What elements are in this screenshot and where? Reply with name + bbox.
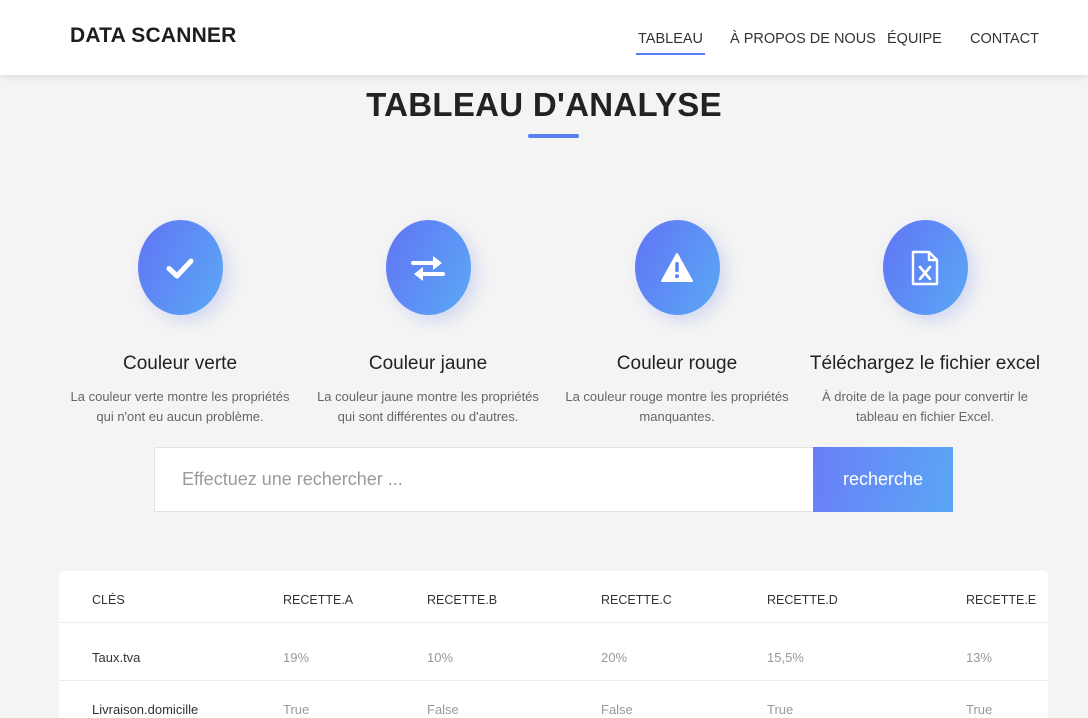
column-header-cles[interactable]: CLÉS [92,571,125,623]
table-cell: False [601,702,633,717]
feature-icon-circle [137,220,223,315]
search-input[interactable] [155,448,813,511]
table-row[interactable]: Livraison.domicille True False False Tru… [59,681,1048,718]
table-cell: 15,5% [767,650,804,665]
feature-title: Couleur verte [122,353,238,374]
page-title: TABLEAU D'ANALYSE [366,86,722,123]
table-cell-key: Livraison.domicille [92,702,199,717]
table-cell: False [427,702,459,717]
feature-description: La couleur verte montre les propriétés q… [60,387,300,427]
table-cell: True [283,702,310,717]
feature-description: À droite de la page pour convertir le ta… [805,387,1045,427]
column-header-recette-c[interactable]: RECETTE.C [601,571,672,623]
table-cell: 19% [283,650,310,665]
feature-description-line: qui n'ont eu aucun problème. [96,409,264,424]
column-header-recette-d[interactable]: RECETTE.D [767,571,838,623]
feature-title: Couleur jaune [368,353,488,374]
title-underline [528,134,579,138]
nav-item-a-propos[interactable]: À PROPOS DE NOUS [730,31,876,47]
search-button[interactable]: recherche [813,447,953,512]
feature-icon-circle [634,220,720,315]
warning-icon [661,252,693,282]
column-header-recette-e[interactable]: RECETTE.E [966,571,1036,623]
feature-description-line: manquantes. [639,409,715,424]
feature-description-line: La couleur rouge montre les propriétés [565,389,789,404]
table-cell: True [767,702,794,717]
excel-file-icon [911,250,939,285]
navbar: DATA SCANNER TABLEAU À PROPOS DE NOUS ÉQ… [0,0,1088,75]
feature-title: Téléchargez le fichier excel [809,353,1041,374]
nav-item-equipe[interactable]: ÉQUIPE [887,31,942,47]
feature-description: La couleur rouge montre les propriétés m… [557,387,797,427]
table-cell-key: Taux.tva [92,650,141,665]
feature-description-line: La couleur jaune montre les propriétés [317,389,539,404]
feature-description-line: À droite de la page pour convertir le [822,389,1028,404]
table-cell: True [966,702,993,717]
swap-arrows-icon [411,255,445,281]
feature-description-line: tableau en fichier Excel. [855,409,995,424]
feature-description-line: La couleur verte montre les propriétés [70,389,290,404]
analysis-table: CLÉS RECETTE.A RECETTE.B RECETTE.C RECET… [59,571,1048,718]
table-cell: 20% [601,650,628,665]
feature-icon-circle [385,220,471,315]
table-row[interactable]: Taux.tva 19% 10% 20% 15,5% 13% [59,629,1048,681]
check-icon [166,258,194,278]
feature-excel: Téléchargez le fichier excel À droite de… [805,220,1045,427]
table-header-row: CLÉS RECETTE.A RECETTE.B RECETTE.C RECET… [59,571,1048,623]
feature-yellow: Couleur jaune La couleur jaune montre le… [308,220,548,427]
feature-red: Couleur rouge La couleur rouge montre le… [557,220,797,427]
feature-description-line: qui sont différentes ou d'autres. [337,409,519,424]
table-cell: 13% [966,650,993,665]
feature-description: La couleur jaune montre les propriétés q… [308,387,548,427]
column-header-recette-a[interactable]: RECETTE.A [283,571,353,623]
feature-title: Couleur rouge [616,353,738,374]
table-cell: 10% [427,650,454,665]
nav-item-tableau[interactable]: TABLEAU [635,31,706,55]
feature-green: Couleur verte La couleur verte montre le… [60,220,300,427]
brand-logo[interactable]: DATA SCANNER [70,24,237,48]
search-bar: recherche [154,447,953,512]
feature-icon-circle [882,220,968,315]
column-header-recette-b[interactable]: RECETTE.B [427,571,497,623]
nav-item-contact[interactable]: CONTACT [970,31,1039,47]
